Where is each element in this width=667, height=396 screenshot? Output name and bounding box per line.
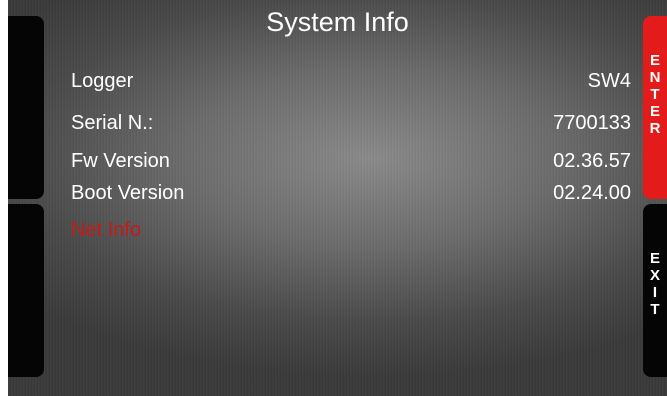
logger-value: SW4 (587, 70, 631, 92)
left-side-button-bottom[interactable] (8, 204, 44, 377)
button-letter: T (650, 86, 660, 103)
boot-version-label: Boot Version (71, 182, 185, 204)
button-letter: R (649, 120, 661, 137)
info-row-fw-version: Fw Version 02.36.57 (71, 148, 631, 174)
system-info-screen: System Info Logger SW4 Serial N.: 770013… (8, 0, 667, 396)
exit-button[interactable]: EXIT (643, 204, 667, 377)
exit-button-label: EXIT (650, 250, 660, 318)
fw-version-label: Fw Version (71, 150, 170, 172)
logger-label: Logger (71, 70, 134, 92)
info-row-serial: Serial N.: 7700133 (71, 110, 631, 136)
button-letter: X (649, 267, 660, 284)
left-side-button-top[interactable] (8, 16, 44, 199)
fw-version-value: 02.36.57 (553, 150, 631, 172)
button-letter: N (649, 69, 661, 86)
button-letter: E (649, 103, 660, 120)
page-title: System Info (266, 7, 409, 37)
enter-button-label: ENTER (650, 52, 661, 137)
net-info-link[interactable]: Net Info (71, 217, 141, 243)
enter-button[interactable]: ENTER (643, 16, 667, 199)
boot-version-value: 02.24.00 (553, 182, 631, 204)
button-letter: E (649, 52, 660, 69)
button-letter: T (650, 301, 660, 318)
button-letter: E (649, 250, 660, 267)
serial-label: Serial N.: (71, 112, 154, 134)
button-letter: I (652, 284, 658, 301)
info-row-logger: Logger SW4 (71, 68, 631, 94)
info-row-boot-version: Boot Version 02.24.00 (71, 180, 631, 206)
serial-value: 7700133 (553, 112, 631, 134)
